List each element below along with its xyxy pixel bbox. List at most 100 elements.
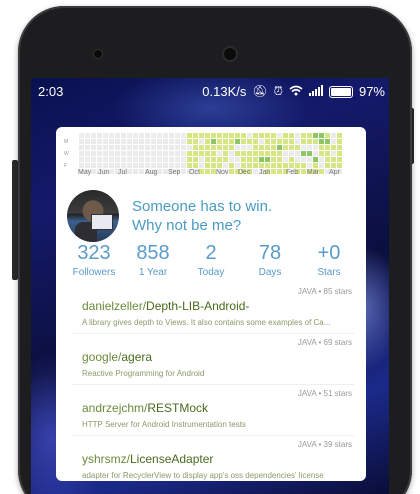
repo-description: adapter for RecyclerView to display app'… bbox=[82, 471, 324, 480]
repo-title[interactable]: andrzejchm/RESTMock bbox=[82, 401, 208, 415]
contribution-cell bbox=[277, 163, 282, 168]
contribution-cell bbox=[121, 145, 126, 150]
quote-line: Someone has to win. bbox=[132, 198, 273, 215]
repo-lang-stars: JAVA • 85 stars bbox=[297, 287, 352, 296]
repo-name: agera bbox=[121, 350, 153, 364]
contribution-cell bbox=[199, 163, 204, 168]
contribution-cell bbox=[331, 133, 336, 138]
contribution-cell bbox=[127, 163, 132, 168]
contribution-cell bbox=[235, 163, 240, 168]
contribution-cell bbox=[283, 163, 288, 168]
contribution-cell bbox=[133, 151, 138, 156]
stat-followers[interactable]: 323 Followers bbox=[64, 241, 124, 279]
contribution-cell bbox=[91, 157, 96, 162]
contribution-cell bbox=[187, 151, 192, 156]
contribution-cell bbox=[265, 145, 270, 150]
stat-value: 2 bbox=[205, 242, 217, 264]
contribution-cell bbox=[301, 163, 306, 168]
contribution-cell bbox=[169, 151, 174, 156]
contribution-cell bbox=[187, 145, 192, 150]
contribution-cell bbox=[235, 133, 240, 138]
contribution-cell bbox=[163, 163, 168, 168]
list-item[interactable]: JAVA • 51 stars andrzejchm/RESTMock HTTP… bbox=[72, 385, 354, 436]
contribution-cell bbox=[139, 163, 144, 168]
contribution-cell bbox=[211, 133, 216, 138]
contribution-cell bbox=[169, 139, 174, 144]
stat-year[interactable]: 858 1 Year bbox=[123, 241, 183, 279]
contribution-cell bbox=[187, 157, 192, 162]
contribution-cell bbox=[199, 133, 204, 138]
phone-mockup: 2:03 0.13K/s 🔕︎ ⏰︎ 97% M W F May Jun Jul… bbox=[0, 0, 420, 494]
contribution-cell bbox=[259, 139, 264, 144]
contribution-cell bbox=[229, 145, 234, 150]
contribution-cell bbox=[223, 157, 228, 162]
contribution-cell bbox=[217, 145, 222, 150]
contribution-cell bbox=[187, 139, 192, 144]
stat-days[interactable]: 78 Days bbox=[240, 241, 300, 279]
contribution-cell bbox=[331, 163, 336, 168]
repo-title[interactable]: yshrsmz/LicenseAdapter bbox=[82, 452, 213, 466]
stat-value: 858 bbox=[136, 242, 170, 264]
contribution-cell bbox=[265, 133, 270, 138]
contribution-cell bbox=[331, 139, 336, 144]
list-item[interactable]: JAVA • 85 stars danielzeller/Depth-LIB-A… bbox=[72, 283, 354, 334]
contribution-cell bbox=[181, 133, 186, 138]
repo-lang-stars: JAVA • 39 stars bbox=[297, 440, 352, 449]
contribution-cell bbox=[163, 151, 168, 156]
contribution-cell bbox=[157, 133, 162, 138]
contribution-cell bbox=[85, 139, 90, 144]
contribution-cell bbox=[259, 145, 264, 150]
contribution-cell bbox=[181, 157, 186, 162]
contribution-cell bbox=[103, 157, 108, 162]
repo-title[interactable]: google/agera bbox=[82, 350, 152, 364]
contribution-cell bbox=[145, 151, 150, 156]
stats-row: 323 Followers 858 1 Year 2 Today 78 Days… bbox=[64, 241, 359, 281]
avatar[interactable] bbox=[67, 190, 119, 242]
contribution-cell bbox=[205, 133, 210, 138]
month-label: Aug bbox=[145, 169, 158, 176]
stat-stars[interactable]: +0 Stars bbox=[299, 241, 359, 279]
contribution-cell bbox=[199, 157, 204, 162]
contribution-cell bbox=[259, 163, 264, 168]
stat-label: Today bbox=[197, 267, 225, 278]
front-camera bbox=[222, 46, 238, 62]
stat-value: 323 bbox=[77, 242, 111, 264]
contribution-cell bbox=[277, 139, 282, 144]
contribution-cell bbox=[307, 139, 312, 144]
contribution-cell bbox=[217, 163, 222, 168]
month-label: Apr bbox=[329, 169, 340, 176]
contribution-cell bbox=[79, 133, 84, 138]
contribution-cell bbox=[229, 151, 234, 156]
contribution-cell bbox=[169, 145, 174, 150]
contribution-cell bbox=[247, 151, 252, 156]
contribution-cell bbox=[325, 145, 330, 150]
list-item[interactable]: JAVA • 39 stars yshrsmz/LicenseAdapter a… bbox=[72, 436, 354, 481]
contribution-cell bbox=[211, 157, 216, 162]
contribution-cell bbox=[289, 139, 294, 144]
stat-label: 1 Year bbox=[138, 267, 168, 278]
status-bar: 2:03 0.13K/s 🔕︎ ⏰︎ 97% bbox=[31, 78, 389, 104]
contribution-cell bbox=[313, 151, 318, 156]
list-item[interactable]: JAVA • 69 stars google/agera Reactive Pr… bbox=[72, 334, 354, 385]
contribution-cell bbox=[175, 133, 180, 138]
contribution-cell bbox=[97, 163, 102, 168]
github-widget-card[interactable]: M W F May Jun Jul Aug Sep Oct Nov Dec Ja… bbox=[56, 127, 366, 481]
repo-title[interactable]: danielzeller/Depth-LIB-Android- bbox=[82, 299, 249, 313]
contribution-cell bbox=[79, 151, 84, 156]
contribution-cell bbox=[289, 157, 294, 162]
alarm-icon: ⏰︎ bbox=[273, 84, 283, 98]
contribution-cell bbox=[115, 145, 120, 150]
contribution-cell bbox=[211, 151, 216, 156]
weekday-label: F bbox=[64, 163, 68, 169]
contribution-cell bbox=[181, 163, 186, 168]
month-label: Jul bbox=[118, 169, 127, 176]
contribution-cell bbox=[103, 139, 108, 144]
contribution-cell bbox=[121, 163, 126, 168]
repo-name: LicenseAdapter bbox=[130, 452, 214, 466]
stat-today[interactable]: 2 Today bbox=[181, 241, 241, 279]
contribution-cell bbox=[331, 145, 336, 150]
contribution-cell bbox=[133, 145, 138, 150]
contribution-cell bbox=[295, 157, 300, 162]
contribution-cell bbox=[151, 151, 156, 156]
contribution-cell bbox=[235, 139, 240, 144]
